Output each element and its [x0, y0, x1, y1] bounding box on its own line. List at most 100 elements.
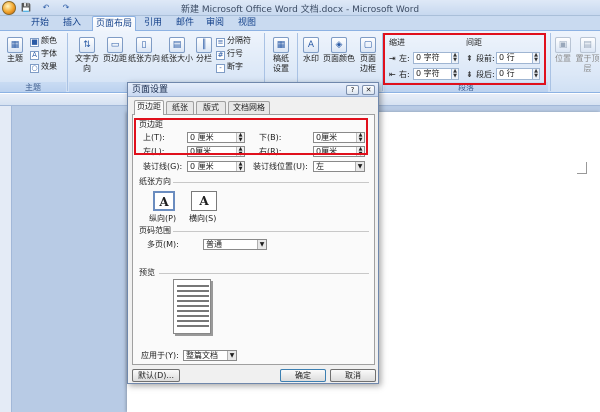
spinner-arrows-icon[interactable]: ▲ ▼	[532, 69, 539, 79]
spinner-arrows-icon[interactable]: ▲ ▼	[236, 133, 244, 142]
text-direction-button[interactable]: ⇅ 文字方向	[72, 37, 102, 74]
spinner-arrows-icon[interactable]: ▲ ▼	[451, 69, 458, 79]
columns-button[interactable]: ║ 分栏	[194, 37, 214, 64]
tab-paper[interactable]: 纸张	[166, 101, 194, 114]
spacing-before-icon: ⇞	[466, 54, 473, 63]
top-margin-value: 0 厘米	[190, 133, 214, 142]
top-margin-input[interactable]: 0 厘米 ▲ ▼	[187, 132, 245, 143]
landscape-label[interactable]: 横向(S)	[189, 214, 216, 224]
left-margin-input[interactable]: 0厘米 ▲ ▼	[187, 146, 245, 157]
portrait-option[interactable]: A	[153, 191, 175, 211]
divider	[173, 182, 369, 183]
manuscript-icon: ▦	[273, 37, 289, 53]
bring-to-front-label: 置于顶层	[575, 54, 600, 73]
cancel-button[interactable]: 取消	[330, 369, 376, 382]
top-margin-label: 上(T):	[143, 133, 165, 142]
watermark-button[interactable]: A 水印	[300, 37, 322, 64]
multiple-pages-value: 普通	[206, 240, 222, 249]
help-button[interactable]: ?	[346, 85, 359, 95]
spacing-after-input[interactable]: 0 行 ▲ ▼	[496, 68, 540, 80]
tab-page-layout[interactable]: 页面布局	[92, 16, 136, 32]
colors-icon: ■	[30, 38, 39, 47]
right-margin-value: 0厘米	[316, 147, 338, 156]
themes-icon: ▦	[7, 37, 23, 53]
page-color-button[interactable]: ◈ 页面颜色	[323, 37, 355, 64]
spacing-after-icon: ⇟	[466, 70, 473, 79]
tab-margins[interactable]: 页边距	[134, 100, 164, 115]
spinner-arrows-icon[interactable]: ▲ ▼	[451, 53, 458, 63]
manuscript-label-1: 稿纸	[273, 54, 289, 63]
bring-to-front-button[interactable]: ▤ 置于顶层	[575, 37, 600, 74]
orientation-section-title: 纸张方向	[139, 177, 171, 186]
theme-effects-button[interactable]: ○ 效果	[30, 61, 57, 73]
page-corner-mark	[577, 162, 587, 174]
theme-fonts-button[interactable]: A 字体	[30, 48, 57, 60]
right-margin-input[interactable]: 0厘米 ▲ ▼	[313, 146, 365, 157]
portrait-label[interactable]: 纵向(P)	[149, 214, 176, 224]
multiple-pages-select[interactable]: 普通 ▼	[203, 239, 267, 250]
spinner-arrows-icon[interactable]: ▲ ▼	[236, 147, 244, 156]
close-button[interactable]: ✕	[362, 85, 375, 95]
apply-to-select[interactable]: 整篇文档 ▼	[183, 350, 237, 361]
preview-section-title: 预览	[139, 268, 155, 277]
tab-layout[interactable]: 版式	[196, 101, 226, 114]
tab-view[interactable]: 视图	[234, 16, 260, 31]
tab-review[interactable]: 审阅	[202, 16, 228, 31]
gutter-input[interactable]: 0 厘米 ▲ ▼	[187, 161, 245, 172]
tab-insert[interactable]: 插入	[58, 16, 86, 31]
hyphenation-button[interactable]: - 断字	[216, 61, 243, 73]
margins-button[interactable]: ▭ 页边距	[103, 37, 127, 64]
indent-left-label: 左:	[399, 54, 410, 63]
manuscript-label-2: 设置	[273, 64, 289, 73]
tab-references[interactable]: 引用	[140, 16, 166, 31]
spacing-before-value: 0 行	[499, 53, 515, 62]
divider	[173, 231, 369, 232]
pages-section-title: 页码范围	[139, 226, 171, 235]
gutter-position-value: 左	[316, 162, 324, 171]
effects-icon: ○	[30, 64, 39, 73]
manuscript-settings-button[interactable]: ▦ 稿纸 设置	[268, 37, 294, 74]
tab-mailings[interactable]: 邮件	[172, 16, 198, 31]
line-numbers-icon: #	[216, 51, 225, 60]
position-button[interactable]: ▣ 位置	[553, 37, 573, 64]
ribbon-tabs: 开始 插入 页面布局 引用 邮件 审阅 视图	[0, 16, 600, 32]
spinner-arrows-icon[interactable]: ▲ ▼	[356, 147, 364, 156]
hyphenation-icon: -	[216, 64, 225, 73]
page-color-label: 页面颜色	[323, 54, 355, 63]
margins-label: 页边距	[103, 54, 127, 63]
fonts-icon: A	[30, 51, 39, 60]
indent-left-value: 0 字符	[416, 53, 440, 62]
page-borders-button[interactable]: ▢ 页面 边框	[356, 37, 380, 74]
page-size-button[interactable]: ▤ 纸张大小	[161, 37, 193, 64]
margins-icon: ▭	[107, 37, 123, 53]
spinner-arrows-icon[interactable]: ▲ ▼	[356, 133, 364, 142]
themes-button[interactable]: ▦ 主题	[2, 37, 28, 64]
line-numbers-button[interactable]: # 行号	[216, 48, 243, 60]
indent-left-input[interactable]: 0 字符 ▲ ▼	[413, 52, 459, 64]
right-margin-label: 右(R):	[259, 147, 282, 156]
landscape-option[interactable]: A	[191, 191, 217, 211]
tab-document-grid[interactable]: 文档网格	[228, 101, 270, 114]
tab-home[interactable]: 开始	[26, 16, 54, 31]
chevron-down-icon: ▼	[227, 351, 236, 360]
dialog-body: 页边距 上(T): 0 厘米 ▲ ▼ 下(B): 0厘米 ▲ ▼ 左(L): 0厘米 ▲ ▼…	[132, 114, 375, 365]
gutter-position-select[interactable]: 左 ▼	[313, 161, 365, 172]
spacing-before-input[interactable]: 0 行 ▲ ▼	[496, 52, 540, 64]
indent-right-input[interactable]: 0 字符 ▲ ▼	[413, 68, 459, 80]
default-button[interactable]: 默认(D)...	[132, 369, 180, 382]
bottom-margin-value: 0厘米	[316, 133, 338, 142]
orientation-button[interactable]: ▯ 纸张方向	[128, 37, 160, 64]
bottom-margin-input[interactable]: 0厘米 ▲ ▼	[313, 132, 365, 143]
theme-colors-button[interactable]: ■ 颜色	[30, 35, 57, 47]
breaks-button[interactable]: ≡ 分隔符	[216, 35, 251, 47]
spinner-arrows-icon[interactable]: ▲ ▼	[532, 53, 539, 63]
ok-button[interactable]: 确定	[280, 369, 326, 382]
orientation-icon: ▯	[136, 37, 152, 53]
indent-right-value: 0 字符	[416, 69, 440, 78]
page-preview	[173, 279, 211, 334]
breaks-label: 分隔符	[227, 36, 251, 45]
vertical-ruler[interactable]	[0, 106, 12, 412]
bottom-margin-label: 下(B):	[259, 133, 282, 142]
spinner-arrows-icon[interactable]: ▲ ▼	[236, 162, 244, 171]
breaks-icon: ≡	[216, 38, 225, 47]
